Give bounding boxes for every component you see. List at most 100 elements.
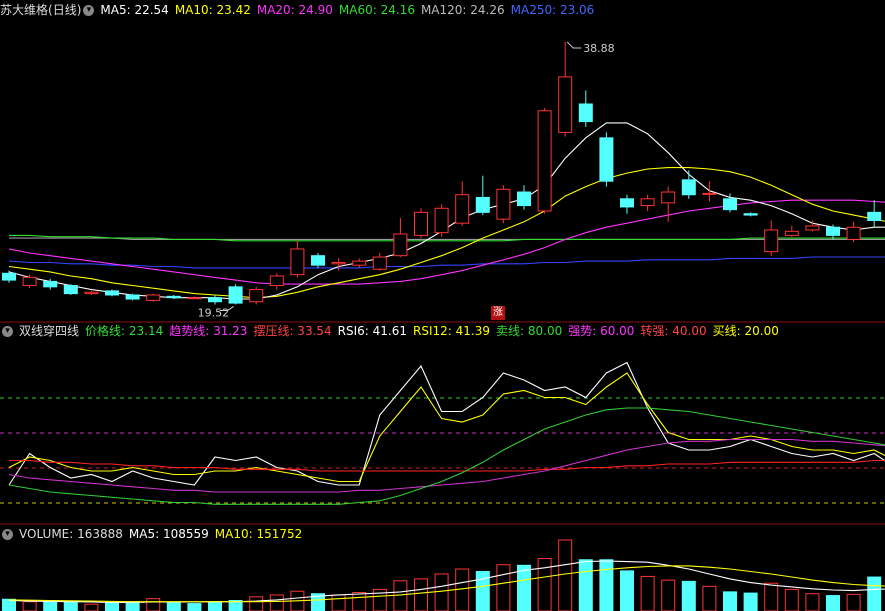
volume-bar [537,558,552,611]
indicator-long-line [9,459,885,472]
candle-body [661,191,676,204]
candle-body [22,276,37,286]
volume-bar [414,578,428,611]
candle-body [764,229,779,253]
candle-body [146,294,161,301]
volume-panel[interactable] [2,539,885,611]
volume-bar [784,588,799,611]
candle-body [208,297,222,303]
volume-bar [269,594,284,611]
candle-body [537,110,552,212]
candle-body [599,137,614,182]
candle-body [743,213,758,216]
candle-body [414,211,428,236]
candle-body [125,294,140,300]
up-marker[interactable]: 涨 [491,306,505,320]
candle-body [2,272,16,281]
volume-bar [43,600,58,611]
volume-bar [805,593,820,611]
ma10-value: MA10: 23.42 [174,3,251,17]
volume-bar [743,592,758,611]
volume-legend: ▾ VOLUME: 163888 MA5: 108559 MA10: 15175… [0,525,308,543]
ma250-line [8,256,885,269]
candle-body [517,191,531,207]
indicator-price-line [8,361,885,486]
price-panel[interactable] [2,41,885,311]
price-line-value: 价格线: 23.14 [85,324,164,338]
volume-ma5-value: MA5: 108559 [128,527,209,541]
indicator-panel[interactable] [0,361,885,505]
chart-canvas: 38.88 19.52 [0,41,885,611]
volume-bar [620,570,634,611]
candle-body [43,280,58,288]
buy-line-value: 买线: 20.00 [712,324,779,338]
candle-body [249,289,264,303]
volume-value: VOLUME: 163888 [19,527,123,541]
volume-bar [331,594,346,611]
collapse-icon[interactable]: ▾ [2,528,13,540]
candle-body [372,256,387,270]
volume-bar [125,601,140,611]
volume-bar [661,579,676,611]
volume-bar [640,575,655,611]
volume-bar [455,568,470,611]
volume-bar [826,595,840,611]
rsi12-value: RSI12: 41.39 [413,324,490,338]
volume-bar [22,601,37,611]
candle-body [826,226,840,236]
indicator-legend: ▾ 双线穿四线 价格线: 23.14 趋势线: 31.23 摆压线: 33.54… [0,322,785,340]
volume-bar [578,559,593,611]
candle-body [475,196,490,213]
volume-bar [517,564,531,611]
candle-body [784,230,799,236]
candle-body [84,291,99,295]
volume-bar [146,598,161,611]
candle-body [681,179,696,196]
ma60-value: MA60: 24.16 [338,3,415,17]
candle-body [187,297,202,300]
annotations: 38.88 19.52 [198,42,615,320]
volume-bar [496,564,511,611]
candle-body [269,275,284,286]
rsi6-value: RSI6: 41.61 [337,324,408,338]
pressure-line-value: 摆压线: 33.54 [253,324,332,338]
volume-bar [84,603,99,611]
volume-bar [558,539,573,611]
candle-body [455,194,470,224]
volume-bar [723,591,737,611]
sell-line-value: 卖线: 80.00 [496,324,563,338]
indicator-slow-line [8,407,885,505]
candle-body [331,261,346,265]
candle-body [393,233,408,257]
strong-line-value: 强势: 60.00 [568,324,635,338]
candle-body [434,207,449,234]
candle-body [496,188,511,220]
candle-body [702,192,717,195]
trend-line-value: 趋势线: 31.23 [169,324,248,338]
ma250-value: MA250: 23.06 [510,3,595,17]
collapse-icon[interactable]: ▾ [2,325,13,337]
candle-body [846,226,861,240]
volume-bar [63,601,78,611]
candle-body [311,255,325,266]
candle-body [63,284,78,295]
turn-line-value: 转强: 40.00 [640,324,707,338]
volume-bar [702,585,717,611]
indicator-trend-line [8,372,885,483]
period-label[interactable]: (日线) [48,1,81,19]
candle-body [352,260,367,266]
candle-body [228,286,243,304]
panel-frames [0,321,885,525]
volume-bar [166,601,181,611]
volume-bar [105,602,119,611]
stock-name[interactable]: 苏大维格 [0,1,48,19]
collapse-icon[interactable]: ▾ [83,4,95,16]
candle-body [640,198,655,207]
candle-body [867,211,882,221]
candle-body [620,198,634,208]
indicator-title[interactable]: 双线穿四线 [19,322,79,340]
volume-bar [393,580,408,611]
volume-bar [249,596,264,611]
volume-bar [208,601,222,611]
candle-body [805,225,820,231]
